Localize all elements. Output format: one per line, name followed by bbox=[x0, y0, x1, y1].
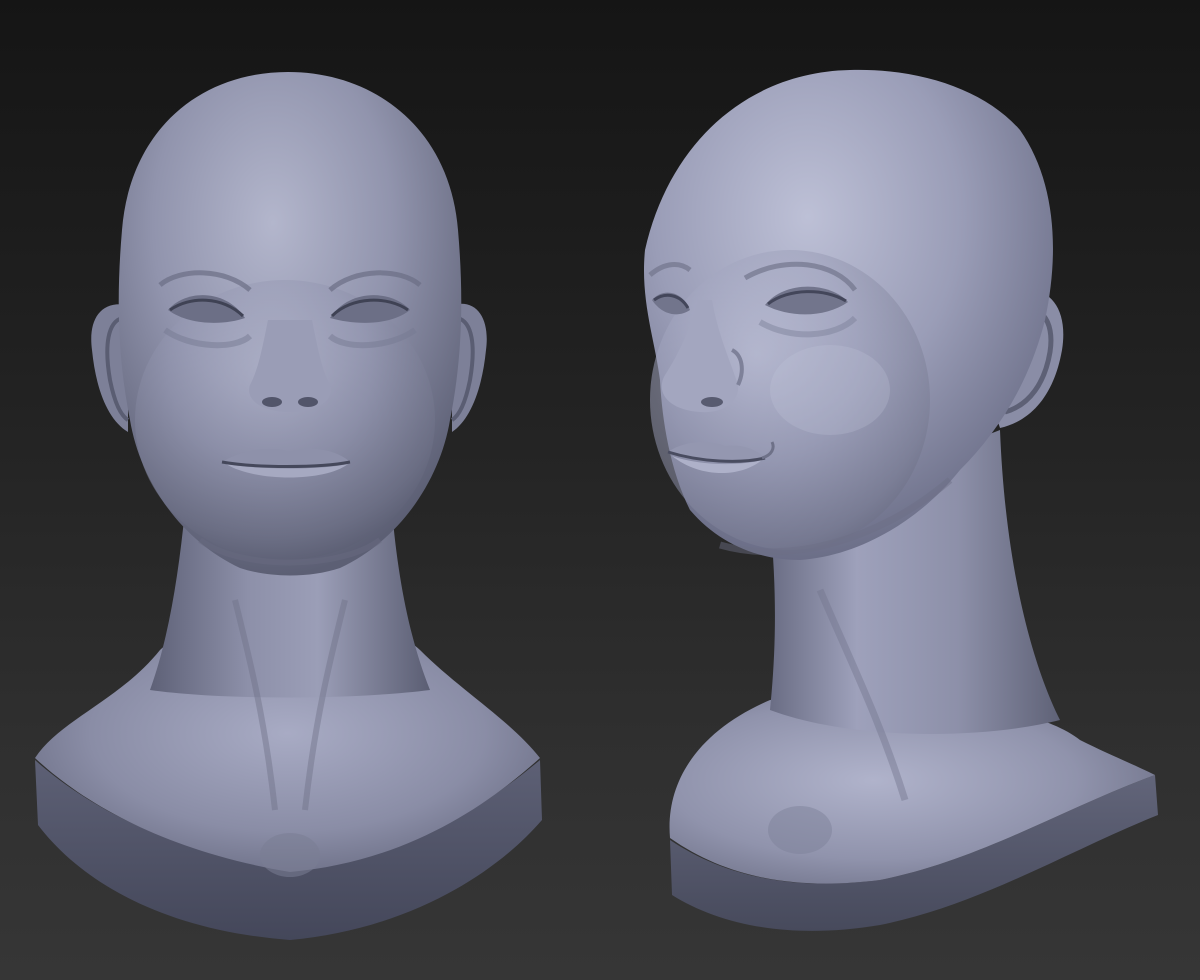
front-left-nostril bbox=[262, 397, 282, 407]
front-sternal-notch bbox=[260, 833, 320, 877]
tq-nostril bbox=[701, 397, 723, 407]
tq-sternal-notch bbox=[768, 806, 832, 854]
viewport-canvas bbox=[0, 0, 1200, 980]
front-view-bust bbox=[35, 72, 542, 940]
tq-cheek-highlight bbox=[770, 345, 890, 435]
three-quarter-view-bust bbox=[643, 69, 1158, 931]
render-scene bbox=[35, 69, 1158, 940]
front-right-nostril bbox=[298, 397, 318, 407]
